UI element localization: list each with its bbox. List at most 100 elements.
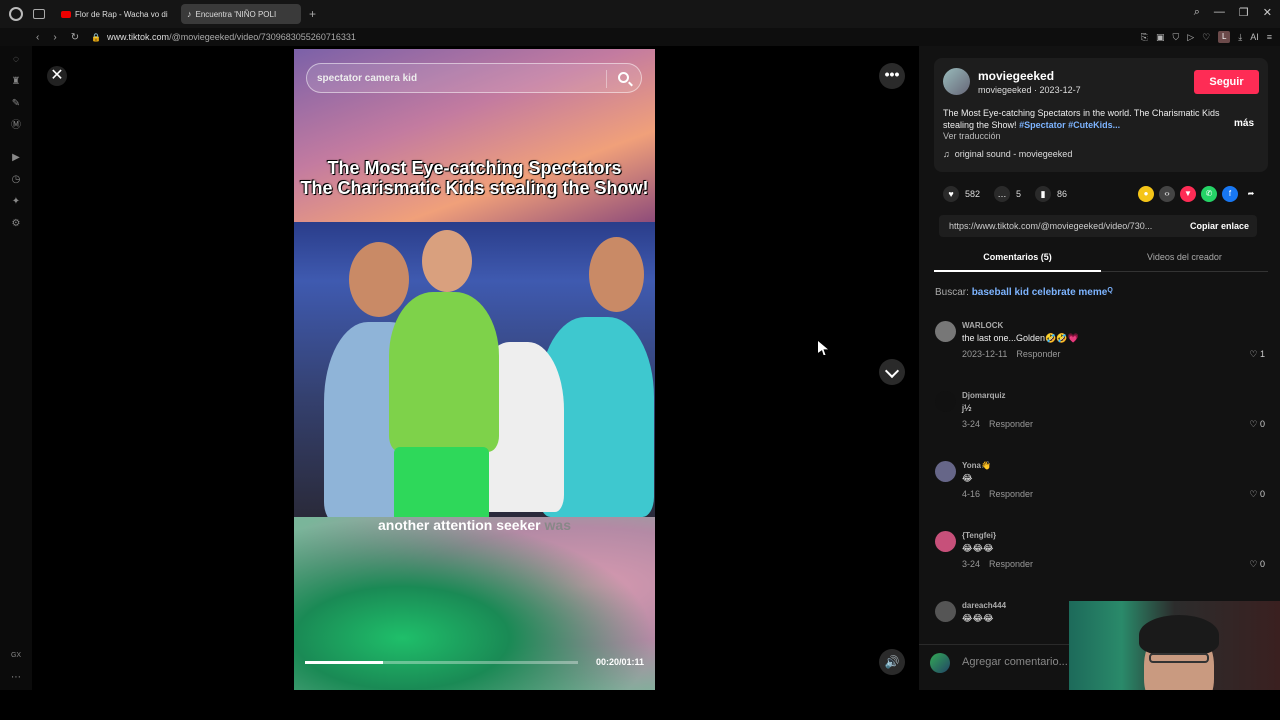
search-suggestion-link[interactable]: baseball kid celebrate meme bbox=[972, 287, 1108, 298]
tab-creator-videos[interactable]: Videos del creador bbox=[1101, 252, 1268, 262]
video-caption-line1: The Most Eye-catching Spectators bbox=[327, 158, 622, 178]
forward-icon[interactable]: › bbox=[53, 32, 56, 43]
comment-author[interactable]: {Tengfei} bbox=[962, 531, 996, 540]
player-icon[interactable]: ▶ bbox=[10, 152, 22, 164]
share-link-text[interactable]: https://www.tiktok.com/@moviegeeked/vide… bbox=[949, 221, 1152, 231]
tab-overview-icon[interactable] bbox=[33, 9, 45, 19]
copy-link-button[interactable]: Copiar enlace bbox=[1190, 221, 1249, 231]
save-button[interactable]: ▮ 86 bbox=[1035, 186, 1067, 202]
like-button[interactable]: ♥ 582 bbox=[943, 186, 980, 202]
profile-avatar[interactable]: L bbox=[1218, 31, 1231, 43]
facebook-icon[interactable]: f bbox=[1222, 186, 1238, 202]
save-count: 86 bbox=[1057, 189, 1068, 199]
comment-author[interactable]: WARLOCK bbox=[962, 321, 1003, 330]
shield-icon[interactable]: ⛉ bbox=[1172, 32, 1179, 43]
video-search-box[interactable]: spectator camera kid bbox=[306, 63, 642, 93]
heart-outline-icon: ♡ bbox=[1249, 419, 1258, 429]
reply-button[interactable]: Responder bbox=[989, 489, 1033, 499]
comment-avatar[interactable] bbox=[935, 391, 956, 412]
apps-icon[interactable]: ♜ bbox=[10, 76, 22, 88]
author-avatar[interactable] bbox=[943, 68, 970, 95]
author-name[interactable]: moviegeeked bbox=[978, 69, 1054, 83]
share-arrow-icon[interactable]: ➦ bbox=[1243, 186, 1259, 202]
bookmark-icon[interactable]: ⎘ bbox=[1141, 32, 1148, 43]
play-icon[interactable]: ▷ bbox=[1187, 32, 1194, 43]
editor-icon[interactable]: ✎ bbox=[10, 98, 22, 110]
more-options-icon[interactable]: ⋯ bbox=[10, 672, 22, 684]
next-video-button[interactable] bbox=[879, 359, 905, 385]
search-icon[interactable] bbox=[618, 72, 629, 83]
menu-icon[interactable]: ≡ bbox=[1267, 32, 1272, 42]
embed-icon[interactable]: ‹› bbox=[1159, 186, 1175, 202]
extensions-icon[interactable]: ✦ bbox=[10, 196, 22, 208]
comment-avatar[interactable] bbox=[935, 601, 956, 622]
follow-button[interactable]: Seguir bbox=[1194, 70, 1259, 94]
comment-avatar[interactable] bbox=[935, 531, 956, 552]
snapshot-icon[interactable]: ▣ bbox=[1156, 32, 1165, 43]
search-small-icon: Q bbox=[1107, 287, 1113, 294]
video-caption-line2: The Charismatic Kids stealing the Show! bbox=[300, 178, 649, 198]
video-frame-image bbox=[294, 222, 655, 517]
aria-icon[interactable]: ◌ bbox=[10, 54, 22, 66]
comment-avatar[interactable] bbox=[935, 321, 956, 342]
comment-like-button[interactable]: ♡ 0 bbox=[1249, 559, 1265, 570]
lock-icon[interactable]: 🔒 bbox=[91, 33, 101, 42]
reply-button[interactable]: Responder bbox=[1016, 349, 1060, 359]
hashtags-link[interactable]: #Spectator #CuteKids... bbox=[1019, 120, 1120, 130]
comment-date: 2023-12-11 bbox=[962, 349, 1008, 359]
close-video-button[interactable]: ✕ bbox=[47, 66, 67, 86]
comment-avatar[interactable] bbox=[935, 461, 956, 482]
tab-comments[interactable]: Comentarios (5) bbox=[934, 252, 1101, 262]
more-options-button[interactable]: ••• bbox=[879, 63, 905, 89]
close-window-button[interactable]: ✕ bbox=[1263, 6, 1272, 19]
search-input[interactable]: spectator camera kid bbox=[317, 73, 417, 84]
search-suggestion: Buscar: baseball kid celebrate memeQ bbox=[935, 287, 1113, 298]
back-icon[interactable]: ‹ bbox=[36, 32, 39, 43]
tab-tiktok[interactable]: ♪ Encuentra 'NIÑO POLI bbox=[181, 4, 301, 24]
reply-button[interactable]: Responder bbox=[989, 559, 1033, 569]
volume-button[interactable]: 🔊 bbox=[879, 649, 905, 675]
video-player[interactable]: spectator camera kid The Most Eye-catchi… bbox=[294, 49, 655, 690]
comment-like-button[interactable]: ♡ 1 bbox=[1249, 349, 1265, 360]
more-description-button[interactable]: más bbox=[1234, 118, 1254, 129]
search-icon[interactable]: ⌕ bbox=[1194, 6, 1200, 19]
comment-item: WARLOCK the last one...Golden🤣🤣💗 2023-12-1… bbox=[935, 321, 1265, 371]
sound-link[interactable]: ♫ original sound - moviegeeked bbox=[943, 149, 1072, 159]
share-icons: ● ‹› ▼ ✆ f ➦ bbox=[1138, 186, 1259, 202]
search-suggestion-label: Buscar: bbox=[935, 287, 969, 298]
video-time: 00:20/01:11 bbox=[595, 657, 644, 667]
history-icon[interactable]: ◷ bbox=[10, 174, 22, 186]
video-description: The Most Eye-catching Spectators in the … bbox=[943, 107, 1223, 131]
comment-button[interactable]: … 5 bbox=[994, 186, 1021, 202]
messenger-icon[interactable]: Ⓜ bbox=[10, 120, 22, 132]
comment-text: 😂😂😂 bbox=[962, 613, 994, 623]
new-tab-button[interactable]: + bbox=[309, 7, 316, 21]
video-progress-bar[interactable] bbox=[305, 661, 578, 664]
add-comment-input[interactable]: Agregar comentario... bbox=[962, 656, 1068, 668]
whatsapp-icon[interactable]: ✆ bbox=[1201, 186, 1217, 202]
settings-icon[interactable]: ⚙ bbox=[10, 218, 22, 230]
tiktok-icon: ♪ bbox=[187, 9, 192, 19]
tab-flor-de-rap[interactable]: Flor de Rap - Wacha vo di bbox=[55, 4, 177, 24]
comment-icon: … bbox=[994, 186, 1011, 202]
post-date: 2023-12-7 bbox=[1039, 85, 1081, 95]
see-translation-link[interactable]: Ver traducción bbox=[943, 131, 1001, 141]
opera-logo-icon[interactable] bbox=[9, 7, 23, 21]
coin-share-icon[interactable]: ● bbox=[1138, 186, 1154, 202]
heart-icon[interactable]: ♡ bbox=[1202, 32, 1210, 43]
comment-author[interactable]: dareach444 bbox=[962, 601, 1006, 610]
repost-icon[interactable]: ▼ bbox=[1180, 186, 1196, 202]
comment-author[interactable]: Djomarquiz bbox=[962, 391, 1006, 400]
comment-like-button[interactable]: ♡ 0 bbox=[1249, 489, 1265, 500]
reload-icon[interactable]: ↻ bbox=[71, 32, 79, 43]
restore-button[interactable]: ❐ bbox=[1239, 6, 1249, 19]
comment-like-button[interactable]: ♡ 0 bbox=[1249, 419, 1265, 430]
minimize-button[interactable]: — bbox=[1214, 6, 1225, 19]
comment-author[interactable]: Yona👋 bbox=[962, 461, 991, 470]
download-icon[interactable]: ⤓ bbox=[1238, 32, 1242, 43]
browser-sidebar: ◌ ♜ ✎ Ⓜ ▶ ◷ ✦ ⚙ GX ⋯ bbox=[0, 46, 32, 720]
comment-meta: 2023-12-11 Responder bbox=[962, 349, 1069, 359]
reply-button[interactable]: Responder bbox=[989, 419, 1033, 429]
ai-button[interactable]: AI bbox=[1250, 32, 1259, 42]
url-field[interactable]: www.tiktok.com/@moviegeeked/video/730968… bbox=[107, 32, 356, 42]
